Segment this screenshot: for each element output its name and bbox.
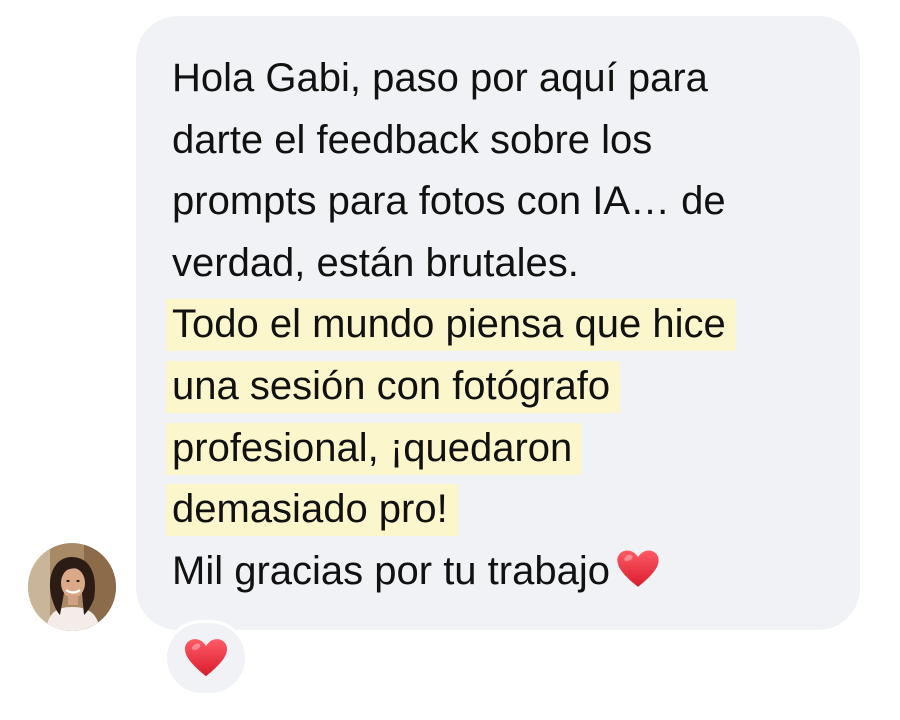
message-line: prompts para fotos con IA… de (172, 179, 726, 224)
highlighted-line-wrapper: profesional, ¡quedaron (166, 418, 822, 480)
highlighted-line-wrapper: Todo el mundo piensa que hice (166, 294, 822, 356)
message-line: verdad, están brutales. (172, 240, 579, 285)
heart-reaction-badge[interactable] (164, 620, 248, 696)
message-line: darte el feedback sobre los (172, 117, 653, 162)
highlighted-line: demasiado pro! (166, 484, 458, 537)
chat-message-view: Hola Gabi, paso por aquí para darte el f… (0, 0, 900, 720)
highlighted-line: Todo el mundo piensa que hice (166, 299, 736, 352)
highlighted-line-wrapper: una sesión con fotógrafo (166, 356, 822, 418)
red-heart-icon (185, 639, 227, 677)
closing-line: Mil gracias por tu trabajo (172, 541, 822, 603)
closing-text: Mil gracias por tu trabajo (172, 548, 610, 593)
highlighted-line-wrapper: demasiado pro! (166, 479, 822, 541)
red-heart-icon (616, 547, 660, 591)
message-line: Hola Gabi, paso por aquí para (172, 56, 708, 100)
highlighted-line: una sesión con fotógrafo (166, 360, 621, 413)
highlighted-line: profesional, ¡quedaron (166, 422, 583, 475)
sender-avatar[interactable] (28, 543, 116, 631)
message-text: Hola Gabi, paso por aquí para darte el f… (166, 48, 822, 603)
